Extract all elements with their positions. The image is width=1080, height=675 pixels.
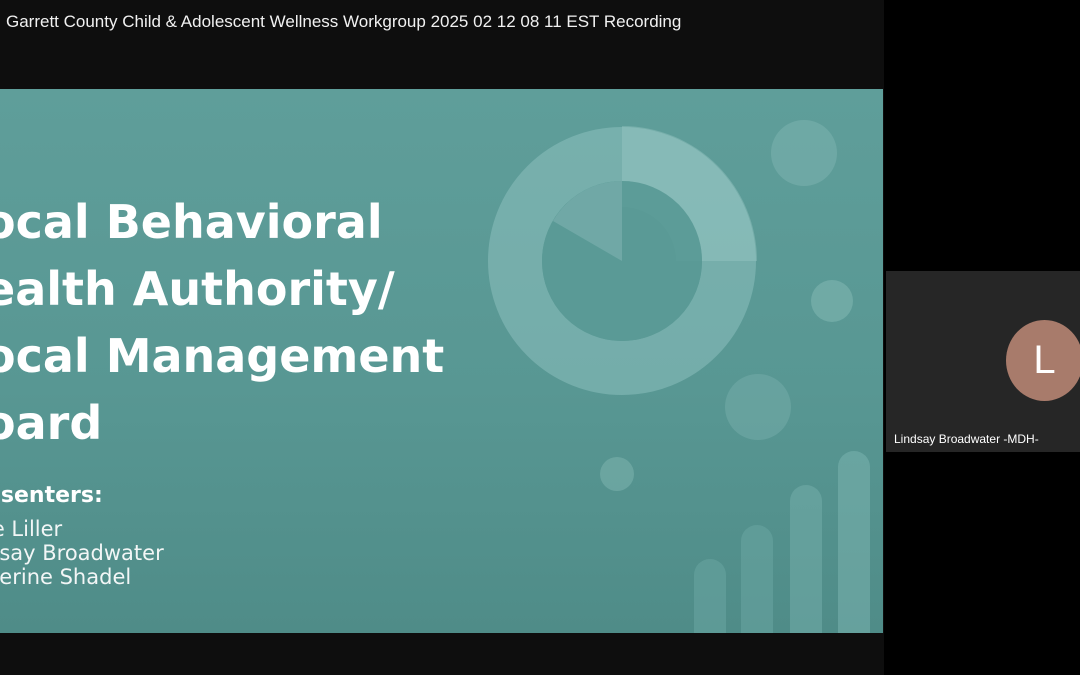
bar-decoration: [694, 559, 726, 633]
bubble-decoration: [725, 374, 791, 440]
presenter-name: ie Liller: [0, 517, 63, 541]
bubble-decoration: [771, 120, 837, 186]
slide-title-line: oard: [0, 396, 103, 450]
bar-decoration: [741, 525, 773, 633]
bar-decoration: [790, 485, 822, 633]
slide-title-line: ealth Authority/: [0, 262, 395, 316]
presenters-heading: esenters:: [0, 483, 103, 508]
meeting-recording-viewer: Garrett County Child & Adolescent Wellne…: [0, 0, 1080, 675]
presentation-slide: ocal Behavioral ealth Authority/ ocal Ma…: [0, 89, 883, 633]
presenter-name: herine Shadel: [0, 565, 132, 589]
video-title-bar: Garrett County Child & Adolescent Wellne…: [0, 0, 884, 44]
slide-title: ocal Behavioral ealth Authority/ ocal Ma…: [0, 189, 444, 457]
presenter-name: dsay Broadwater: [0, 541, 164, 565]
presenters-list: ie Liller dsay Broadwater herine Shadel: [0, 517, 164, 589]
participant-name: Lindsay Broadwater -MDH-: [894, 432, 1039, 446]
bubble-decoration: [811, 280, 853, 322]
slide-title-line: ocal Management: [0, 329, 445, 383]
shared-screen-area: Garrett County Child & Adolescent Wellne…: [0, 0, 884, 675]
avatar: L: [1006, 320, 1080, 401]
participant-tile[interactable]: L Lindsay Broadwater -MDH-: [886, 271, 1080, 452]
video-title: Garrett County Child & Adolescent Wellne…: [6, 12, 682, 31]
bubble-decoration: [600, 457, 634, 491]
bar-decoration: [838, 451, 870, 633]
slide-title-line: ocal Behavioral: [0, 195, 383, 249]
